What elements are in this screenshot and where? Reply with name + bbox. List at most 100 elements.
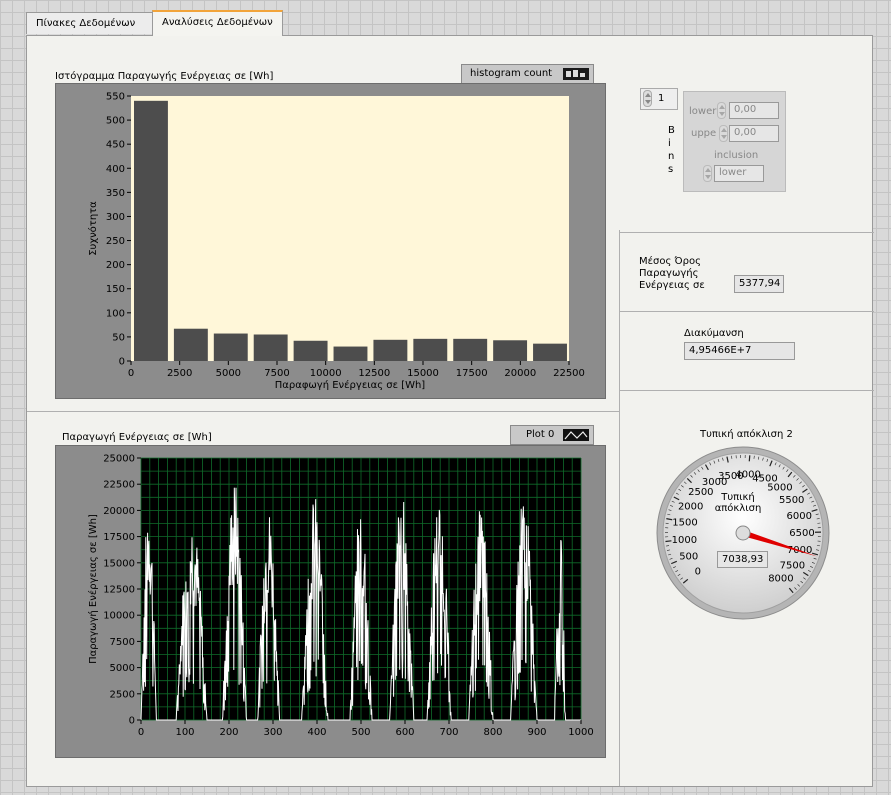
- y-tick-label: 150: [106, 284, 125, 295]
- histogram-bar: [373, 339, 408, 361]
- upper-spin-icon[interactable]: [719, 125, 728, 142]
- divider: [619, 311, 874, 312]
- histogram-bar: [453, 338, 488, 361]
- y-tick-label: 450: [106, 140, 125, 151]
- histogram-legend[interactable]: histogram count: [461, 64, 594, 84]
- y-tick-label: 17500: [103, 532, 135, 543]
- inclusion-spin-icon[interactable]: [703, 165, 712, 182]
- divider: [27, 411, 619, 412]
- x-tick-label: 200: [219, 727, 238, 738]
- x-tick-label: 1000: [568, 727, 593, 738]
- y-tick-label: 550: [106, 92, 125, 103]
- line-graph: 0 2500 5000 7500 10000 12500 15000 17500 20000 22…: [55, 445, 606, 758]
- plot-area: [131, 96, 569, 361]
- gauge-hub: [735, 525, 751, 541]
- bins-increment-icon[interactable]: [643, 90, 652, 107]
- y-tick-label: 25000: [103, 454, 135, 465]
- gauge-scale-label: 8000: [768, 574, 793, 585]
- line-swatch-icon: [564, 431, 588, 440]
- x-tick-label: 15000: [407, 368, 439, 379]
- tab-label: Αναλύσεις Δεδομένων: [162, 17, 273, 28]
- y-tick-label: 100: [106, 308, 125, 319]
- gauge-scale-label: 6500: [789, 528, 814, 539]
- gauge-scale-label: 500: [679, 552, 698, 563]
- x-axis-label: Παραφωγή Ενέργειας σε [Wh]: [275, 379, 426, 391]
- upper-field[interactable]: 0,00: [729, 125, 779, 142]
- x-tick-label: 0: [138, 727, 144, 738]
- x-tick-label: 17500: [456, 368, 488, 379]
- x-tick-label: 7500: [264, 368, 289, 379]
- x-tick-label: 2500: [167, 368, 192, 379]
- y-tick-label: 7500: [110, 637, 135, 648]
- lower-field[interactable]: 0,00: [729, 102, 779, 119]
- inclusion-label: inclusion: [714, 150, 759, 161]
- legend-label: histogram count: [470, 68, 553, 79]
- x-tick-label: 300: [263, 727, 282, 738]
- histogram-chart: 0 50 100 150 200 250 300 350 400 450 500 550 0 2500 50…: [87, 92, 585, 392]
- gauge-scale-label: 0: [695, 566, 701, 577]
- x-tick-label: 900: [527, 727, 546, 738]
- x-tick-label: 20000: [504, 368, 536, 379]
- y-tick-label: 300: [106, 212, 125, 223]
- gauge-value: 7038,93: [717, 551, 768, 568]
- y-tick-label: 400: [106, 164, 125, 175]
- mean-label: Μέσος Όρος Παραγωγής Ενέργειας σε: [639, 256, 705, 291]
- tab-data-analysis[interactable]: Αναλύσεις Δεδομένων: [152, 10, 283, 36]
- x-tick-label: 0: [128, 368, 134, 379]
- gauge-scale-label: 1000: [672, 535, 697, 546]
- mean-value: 5377,94: [734, 275, 784, 293]
- variance-value: 4,95466E+7: [684, 342, 795, 360]
- x-tick-label: 400: [307, 727, 326, 738]
- tab-data-tables[interactable]: Πίνακες Δεδομένων: [26, 12, 153, 34]
- histogram-bar: [293, 340, 328, 361]
- legend-label: Plot 0: [526, 429, 555, 440]
- line-graph-legend[interactable]: Plot 0: [510, 425, 594, 445]
- line-graph-title: Παραγωγή Ενέργειας σε [Wh]: [62, 432, 212, 443]
- y-tick-label: 350: [106, 188, 125, 199]
- histogram-title: Ιστόγραμμα Παραγωγής Ενέργειας σε [Wh]: [55, 71, 274, 82]
- gauge-scale-label: 5000: [767, 482, 792, 493]
- x-tick-label: 22500: [553, 368, 585, 379]
- x-tick-label: 12500: [358, 368, 390, 379]
- y-tick-label: 12500: [103, 585, 135, 596]
- bins-numeric[interactable]: 1: [640, 88, 678, 110]
- gauge-scale-label: 7500: [780, 561, 805, 572]
- bar-swatch-icon: [566, 70, 585, 77]
- gauge-scale-label: 1500: [672, 518, 697, 529]
- lower-spin-icon[interactable]: [717, 102, 726, 119]
- y-tick-label: 5000: [110, 663, 135, 674]
- x-tick-label: 500: [351, 727, 370, 738]
- y-axis-label: Παραγωγή Ενέργειας σε [Wh]: [87, 514, 99, 664]
- y-tick-label: 15000: [103, 558, 135, 569]
- std-dev-gauge: 0500100015002000250030003500400045005000…: [656, 446, 830, 620]
- gauge-scale-label: 2000: [678, 501, 703, 512]
- y-tick-label: 250: [106, 236, 125, 247]
- histogram-bar: [413, 338, 448, 361]
- gauge-tick: [665, 540, 672, 543]
- bins-cluster: lower 0,00 uppe 0,00 inclusion lower: [683, 91, 786, 192]
- y-axis-label: Συχνότητα: [87, 201, 99, 256]
- gauge-tick: [748, 455, 751, 462]
- y-tick-label: 2500: [110, 689, 135, 700]
- line-style-icon: [563, 429, 589, 441]
- gauge-scale-label: 6000: [787, 511, 812, 522]
- histogram-bar: [213, 333, 248, 361]
- histogram-bar: [253, 334, 288, 361]
- y-tick-label: 500: [106, 116, 125, 127]
- inclusion-field[interactable]: lower: [714, 165, 764, 182]
- upper-label: uppe: [691, 128, 717, 139]
- line-chart: 0250050007500100001250015000175002000022…: [87, 454, 594, 739]
- x-tick-label: 10000: [310, 368, 342, 379]
- variance-label: Διακύμανση: [684, 328, 744, 339]
- bins-value: 1: [658, 93, 665, 104]
- gauge-inner-label: Τυπική απόκλιση: [714, 492, 762, 514]
- x-tick-label: 100: [175, 727, 194, 738]
- divider: [619, 232, 874, 233]
- histogram-bar: [173, 328, 208, 361]
- y-tick-label: 200: [106, 260, 125, 271]
- histogram-bar: [333, 346, 368, 361]
- y-tick-label: 0: [129, 716, 135, 727]
- x-tick-label: 5000: [216, 368, 241, 379]
- divider: [619, 390, 874, 391]
- y-tick-label: 0: [119, 357, 125, 368]
